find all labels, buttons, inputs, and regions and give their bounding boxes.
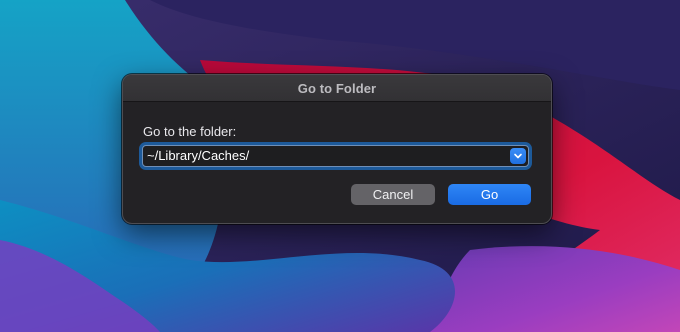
- folder-path-value[interactable]: ~/Library/Caches/: [147, 146, 249, 166]
- folder-prompt-label: Go to the folder:: [143, 124, 237, 139]
- dialog-titlebar: Go to Folder: [123, 75, 551, 102]
- cancel-button[interactable]: Cancel: [351, 184, 435, 205]
- chevron-down-icon: [514, 153, 522, 159]
- path-history-dropdown-button[interactable]: [510, 148, 526, 164]
- folder-path-input[interactable]: ~/Library/Caches/: [142, 145, 529, 167]
- desktop-background: Go to Folder Go to the folder: ~/Library…: [0, 0, 680, 332]
- go-to-folder-dialog: Go to Folder Go to the folder: ~/Library…: [122, 74, 552, 224]
- dialog-title: Go to Folder: [297, 80, 377, 96]
- go-button[interactable]: Go: [448, 184, 531, 205]
